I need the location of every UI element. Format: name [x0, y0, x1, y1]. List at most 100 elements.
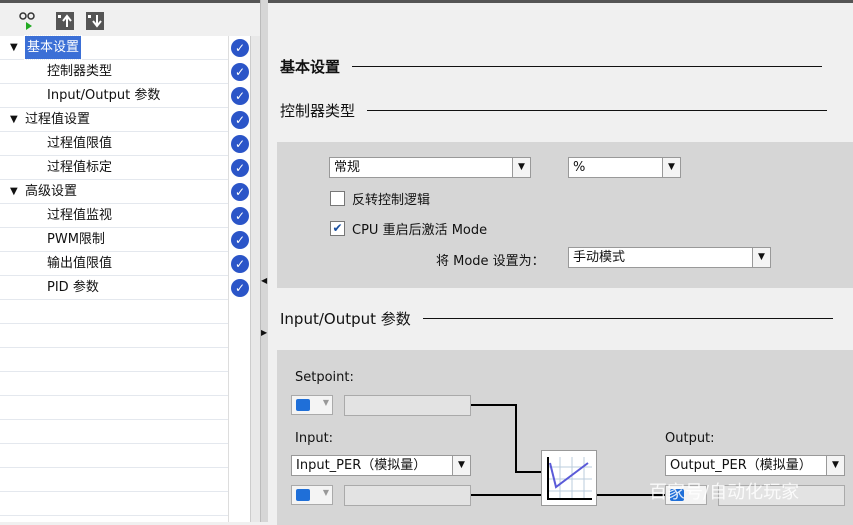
- io-title: Input/Output 参数: [280, 310, 411, 328]
- tree-empty-row: [0, 468, 228, 492]
- input-select[interactable]: Input_PER（模拟量） ▼: [291, 455, 471, 476]
- tree-item-label: PWM限制: [47, 232, 105, 247]
- unit-value: %: [573, 160, 586, 175]
- tree-item[interactable]: ▼ 过程值设置: [0, 108, 228, 132]
- divider: [367, 109, 828, 112]
- tree-empty-row: [0, 444, 228, 468]
- chevron-down-icon[interactable]: ▼: [452, 456, 470, 475]
- connector-icon: [296, 399, 310, 411]
- controller-type-title: 控制器类型: [280, 102, 356, 120]
- panel-splitter[interactable]: ◀ ▶: [260, 0, 268, 522]
- input-connector-button[interactable]: ▼: [291, 485, 333, 505]
- move-up-icon[interactable]: [55, 11, 75, 31]
- wire: [471, 404, 516, 406]
- check-circle-icon: ✓: [231, 135, 249, 153]
- tree-empty-row: [0, 372, 228, 396]
- controller-type-select[interactable]: 常规 ▼: [329, 157, 531, 178]
- tree-item-label: 基本设置: [23, 35, 83, 60]
- wire: [515, 404, 517, 472]
- tree-item-label: 过程值设置: [25, 112, 91, 127]
- expand-arrow-icon[interactable]: ▼: [10, 180, 18, 203]
- tree-item-label: 过程值监视: [47, 208, 113, 223]
- wire: [515, 471, 541, 473]
- tree-empty-row: [0, 420, 228, 444]
- check-circle-icon: ✓: [231, 87, 249, 105]
- input-label: Input:: [295, 431, 334, 446]
- tree-item-label: 过程值限值: [47, 136, 113, 151]
- tree-empty-row: [0, 396, 228, 420]
- tree-empty-row: [0, 492, 228, 516]
- chevron-down-icon: ▼: [322, 398, 329, 407]
- output-label: Output:: [665, 431, 715, 446]
- check-circle-icon: ✓: [231, 159, 249, 177]
- check-circle-icon: ✓: [231, 111, 249, 129]
- check-circle-icon: ✓: [231, 63, 249, 81]
- mode-value: 手动模式: [573, 250, 626, 265]
- setpoint-field[interactable]: [344, 395, 471, 416]
- chevron-down-icon[interactable]: ▼: [512, 158, 530, 177]
- pid-controller-icon: [541, 450, 597, 506]
- collapse-left-icon[interactable]: ◀: [261, 276, 267, 285]
- tree-item[interactable]: 过程值标定: [0, 156, 228, 180]
- io-panel: Setpoint: ▼ Input: Input_PER（模拟量） ▼ ▼ Out…: [277, 350, 853, 525]
- connector-icon: [296, 489, 310, 501]
- wire: [471, 494, 541, 496]
- navigation-tree: ▼ 基本设置 控制器类型 Input/Output 参数 ▼ 过程值设置 过程值限值 过程值标…: [0, 35, 228, 522]
- toolbar: [0, 0, 262, 36]
- cpu-restart-checkbox[interactable]: ✔: [330, 221, 345, 236]
- controller-type-panel: 常规 ▼ % ▼ 反转控制逻辑 ✔ CPU 重启后激活 Mode 将 Mode 设置…: [277, 142, 853, 288]
- tree-item[interactable]: PWM限制: [0, 228, 228, 252]
- tree-item[interactable]: ▼ 基本设置: [0, 35, 228, 60]
- section-heading: 基本设置: [280, 56, 823, 77]
- tree-item[interactable]: 过程值监视: [0, 204, 228, 228]
- move-down-icon[interactable]: [85, 11, 105, 31]
- tree-empty-row: [0, 348, 228, 372]
- io-heading: Input/Output 参数: [280, 308, 833, 329]
- status-column: ✓ ✓ ✓ ✓ ✓ ✓ ✓ ✓ ✓ ✓ ✓: [228, 36, 250, 522]
- cpu-restart-label: CPU 重启后激活 Mode: [352, 223, 488, 238]
- chevron-down-icon[interactable]: ▼: [752, 248, 770, 267]
- check-circle-icon: ✓: [231, 255, 249, 273]
- main-panel: 基本设置 控制器类型 常规 ▼ % ▼ 反转控制逻辑 ✔ CPU 重启后激活 Mod…: [268, 0, 853, 525]
- chevron-down-icon: ▼: [322, 488, 329, 497]
- tree-item[interactable]: 输出值限值: [0, 252, 228, 276]
- tree-item-label: 控制器类型: [47, 64, 113, 79]
- setpoint-connector-button[interactable]: ▼: [291, 395, 333, 415]
- tree-empty-row: [0, 324, 228, 348]
- tree-item-label: 输出值限值: [47, 256, 113, 271]
- tree-item-label: Input/Output 参数: [47, 88, 161, 103]
- divider: [352, 65, 823, 68]
- check-circle-icon: ✓: [231, 279, 249, 297]
- mode-select[interactable]: 手动模式 ▼: [568, 247, 771, 268]
- chevron-down-icon[interactable]: ▼: [662, 158, 680, 177]
- invert-control-checkbox[interactable]: [330, 191, 345, 206]
- chevron-down-icon[interactable]: ▼: [826, 456, 844, 475]
- mode-label: 将 Mode 设置为：: [436, 254, 545, 269]
- setpoint-label: Setpoint:: [295, 370, 354, 385]
- input-field[interactable]: [344, 485, 471, 506]
- invert-control-label: 反转控制逻辑: [352, 193, 431, 208]
- expand-right-icon[interactable]: ▶: [261, 328, 267, 337]
- output-select[interactable]: Output_PER（模拟量） ▼: [665, 455, 845, 476]
- tree-scrollbar[interactable]: [250, 36, 260, 522]
- watermark: 百家号/自动化玩家: [649, 482, 800, 503]
- glasses-play-icon[interactable]: [18, 11, 38, 31]
- check-circle-icon: ✓: [231, 183, 249, 201]
- controller-type-value: 常规: [334, 160, 361, 175]
- check-circle-icon: ✓: [231, 231, 249, 249]
- tree-item[interactable]: 控制器类型: [0, 60, 228, 84]
- check-circle-icon: ✓: [231, 39, 249, 57]
- unit-select[interactable]: % ▼: [568, 157, 681, 178]
- expand-arrow-icon[interactable]: ▼: [10, 108, 18, 131]
- tree-item[interactable]: PID 参数: [0, 276, 228, 300]
- tree-item[interactable]: ▼ 高级设置: [0, 180, 228, 204]
- expand-arrow-icon[interactable]: ▼: [10, 36, 18, 59]
- tree-item[interactable]: Input/Output 参数: [0, 84, 228, 108]
- tree-item-label: 高级设置: [25, 184, 78, 199]
- tree-item-label: PID 参数: [47, 280, 99, 295]
- tree-item[interactable]: 过程值限值: [0, 132, 228, 156]
- tree-empty-row: [0, 300, 228, 324]
- section-title: 基本设置: [280, 58, 341, 76]
- check-circle-icon: ✓: [231, 207, 249, 225]
- output-value: Output_PER（模拟量）: [670, 458, 812, 473]
